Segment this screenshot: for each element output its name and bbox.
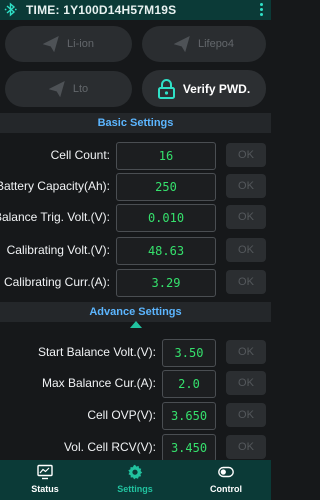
ok-button[interactable]: OK [226,238,266,262]
calibrating-volt-input[interactable]: 48.63 [116,237,216,265]
setting-label: Calibrating Curr.(A): [3,275,110,289]
setting-row-max-balance-cur: Max Balance Cur.(A): 2.0 OK [0,370,271,398]
cell-ovp-input[interactable]: 3.650 [162,402,216,430]
nav-label: Status [31,484,59,494]
setting-label: Balance Trig. Volt.(V): [0,210,110,224]
send-icon [173,36,190,52]
gear-icon [128,464,143,480]
calibrating-curr-input[interactable]: 3.29 [116,269,216,297]
setting-row-calibrating-volt: Calibrating Volt.(V): 48.63 OK [0,237,271,265]
setting-row-balance-trig-volt: Balance Trig. Volt.(V): 0.010 OK [0,204,271,232]
lock-icon [157,78,175,99]
ok-button[interactable]: OK [226,143,266,167]
setting-label: Battery Capacity(Ah): [0,179,110,193]
ok-button[interactable]: OK [226,174,266,198]
setting-row-cell-count: Cell Count: 16 OK [0,142,271,170]
ok-button[interactable]: OK [226,371,266,395]
basic-settings-header: Basic Settings [0,113,271,133]
verify-password-button[interactable]: Verify PWD. [142,70,266,107]
advance-settings-header[interactable]: Advance Settings [0,302,271,322]
mode-button-liion[interactable]: Li-ion [5,26,132,62]
mode-label: Lifepo4 [197,38,235,50]
setting-label: Cell Count: [50,148,110,162]
section-title: Advance Settings [89,306,182,318]
start-balance-volt-input[interactable]: 3.50 [162,339,216,367]
collapse-arrow-icon[interactable] [130,321,142,328]
nav-label: Control [210,484,242,494]
battery-capacity-input[interactable]: 250 [116,173,216,201]
mode-label: Li-ion [67,38,94,50]
section-title: Basic Settings [97,117,174,129]
nav-item-control[interactable]: Control [181,464,271,498]
setting-row-calibrating-curr: Calibrating Curr.(A): 3.29 OK [0,269,271,297]
ok-button[interactable]: OK [226,270,266,294]
setting-label: Calibrating Volt.(V): [6,243,110,257]
setting-label: Start Balance Volt.(V): [37,345,156,359]
cell-count-input[interactable]: 16 [116,142,216,170]
mode-button-lifepo4[interactable]: Lifepo4 [142,26,266,62]
verify-label: Verify PWD. [182,81,251,96]
top-bar: TIME: 1Y100D14H57M19S [0,0,271,20]
bottom-nav: Status Settings Control [0,460,271,500]
vol-cell-rcv-input[interactable]: 3.450 [162,434,216,462]
send-icon [48,81,65,97]
ok-button[interactable]: OK [226,205,266,229]
ok-button[interactable]: OK [226,435,266,459]
nav-item-status[interactable]: Status [0,464,90,498]
page-title: TIME: 1Y100D14H57M19S [26,3,177,17]
ok-button[interactable]: OK [226,403,266,427]
setting-row-cell-ovp: Cell OVP(V): 3.650 OK [0,402,271,430]
bluetooth-icon[interactable] [4,1,18,19]
send-icon [43,36,59,52]
setting-row-battery-capacity: Battery Capacity(Ah): 250 OK [0,173,271,201]
mode-button-lto[interactable]: Lto [5,71,132,107]
nav-label: Settings [117,484,153,494]
monitor-icon [37,464,53,480]
more-menu-icon[interactable] [258,2,264,18]
setting-label: Max Balance Cur.(A): [41,376,156,390]
toggle-icon [218,466,234,478]
nav-item-settings[interactable]: Settings [90,464,180,498]
max-balance-cur-input[interactable]: 2.0 [162,370,216,398]
setting-label: Vol. Cell RCV(V): [63,440,156,454]
setting-label: Cell OVP(V): [87,408,156,422]
setting-row-start-balance-volt: Start Balance Volt.(V): 3.50 OK [0,339,271,367]
balance-trig-volt-input[interactable]: 0.010 [116,204,216,232]
mode-label: Lto [72,83,89,95]
setting-row-vol-cell-rcv: Vol. Cell RCV(V): 3.450 OK [0,434,271,462]
ok-button[interactable]: OK [226,340,266,364]
